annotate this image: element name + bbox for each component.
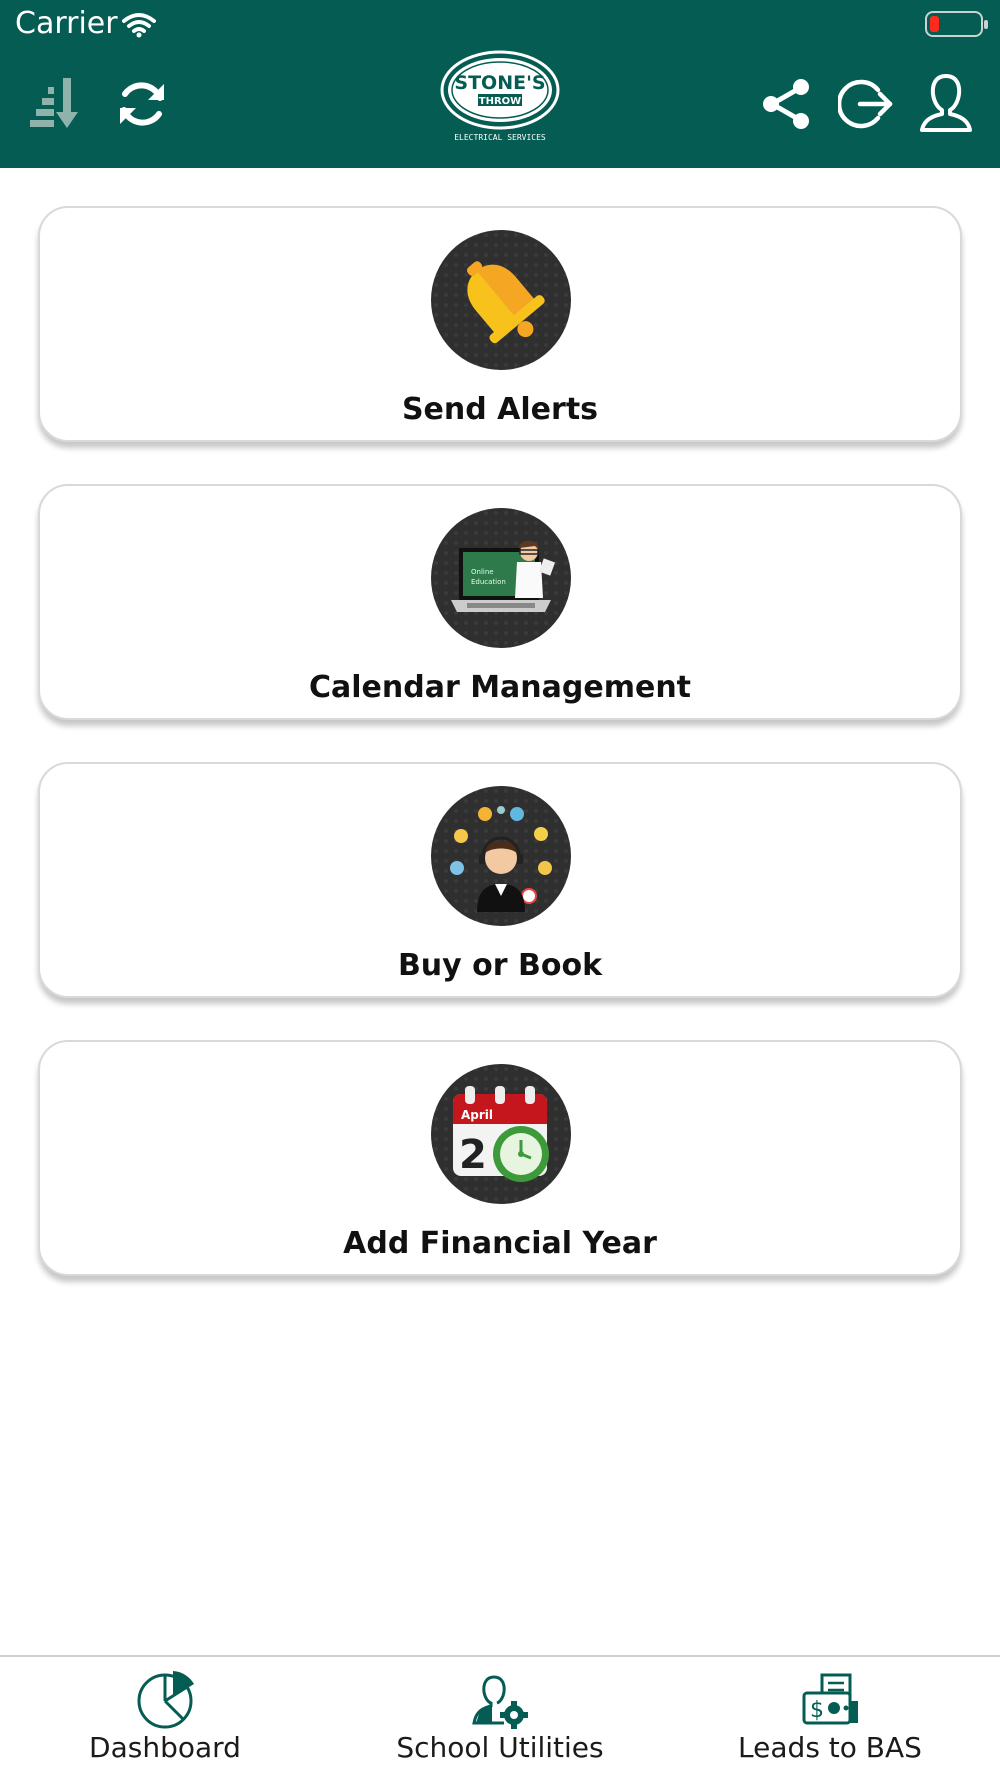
online-education-icon: Online Education (431, 508, 571, 648)
card-add-financial-year[interactable]: April 2 Add Financial Year (38, 1040, 962, 1276)
company-logo: STONE'S THROW ELECTRICAL SERVICES (440, 50, 560, 142)
battery-icon (925, 11, 988, 37)
carrier-label: Carrier (15, 6, 118, 41)
share-icon[interactable] (758, 76, 814, 132)
tab-label: Leads to BAS (738, 1731, 922, 1764)
card-label: Buy or Book (397, 948, 603, 983)
svg-text:Education: Education (471, 578, 506, 586)
tab-label: Dashboard (89, 1731, 241, 1764)
tab-leads-to-bas[interactable]: $ Leads to BAS (730, 1657, 930, 1778)
bottom-tab-bar: Dashboard School Utilities $ Leads to BA… (0, 1655, 1000, 1778)
card-label: Add Financial Year (343, 1226, 657, 1261)
profile-icon[interactable] (918, 72, 974, 134)
card-send-alerts[interactable]: Send Alerts (38, 206, 962, 442)
app-header: Carrier STONE'S THROW ELECTRICAL SERVICE… (0, 0, 1000, 168)
card-label: Send Alerts (401, 392, 599, 427)
pie-chart-icon (137, 1671, 194, 1729)
tab-school-utilities[interactable]: School Utilities (378, 1657, 622, 1778)
card-buy-or-book[interactable]: Buy or Book (38, 762, 962, 998)
svg-text:$: $ (810, 1698, 824, 1723)
card-label: Calendar Management (308, 670, 692, 705)
svg-text:Online: Online (471, 568, 494, 576)
card-calendar-management[interactable]: Online Education Calendar Management (38, 484, 962, 720)
wifi-icon (122, 13, 156, 38)
money-receipt-icon: $ (802, 1673, 858, 1725)
tab-label: School Utilities (396, 1731, 604, 1764)
tab-dashboard[interactable]: Dashboard (60, 1657, 270, 1778)
calendar-clock-icon: April 2 (431, 1064, 571, 1204)
calendar-month-text: April (461, 1108, 493, 1122)
bell-icon (431, 230, 571, 370)
svg-text:STONE'S: STONE'S (454, 72, 545, 94)
calendar-day-text: 2 (459, 1132, 487, 1178)
user-settings-icon (472, 1675, 528, 1729)
customer-service-icon (431, 786, 571, 926)
svg-text:THROW: THROW (479, 96, 521, 107)
refresh-icon[interactable] (114, 76, 170, 132)
sort-icon[interactable] (28, 76, 84, 132)
svg-text:ELECTRICAL SERVICES: ELECTRICAL SERVICES (454, 133, 546, 142)
logout-icon[interactable] (838, 76, 894, 132)
